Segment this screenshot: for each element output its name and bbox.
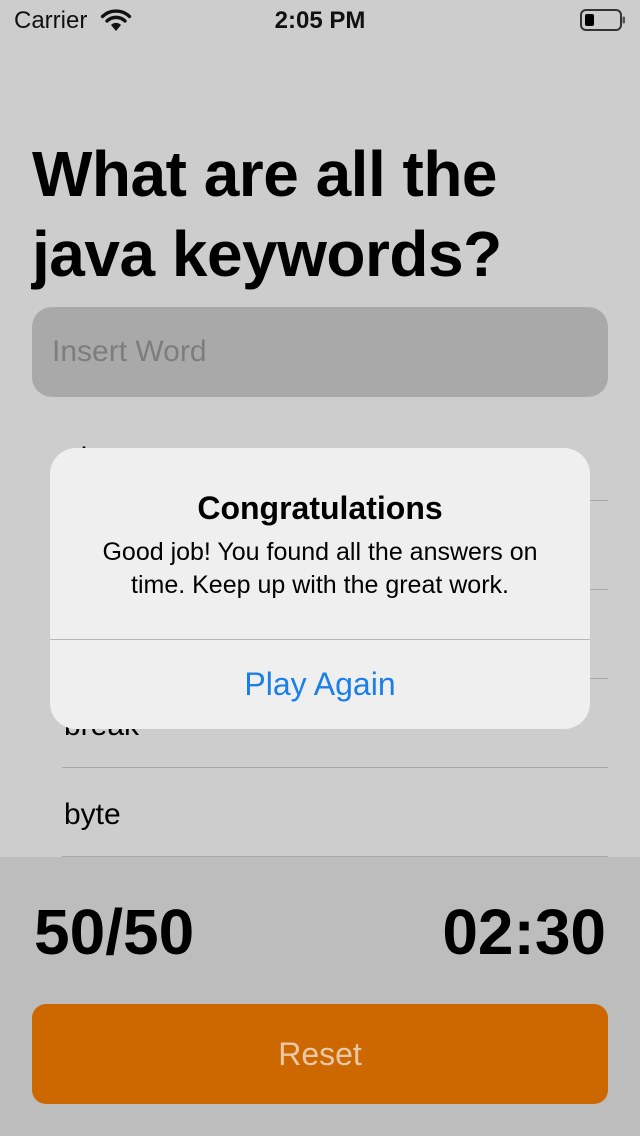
congratulations-alert: Congratulations Good job! You found all … — [50, 448, 590, 729]
list-item[interactable]: byte — [62, 768, 608, 857]
question-title: What are all the java keywords? — [32, 138, 502, 290]
timer-label: 02:30 — [442, 896, 606, 968]
battery-icon — [580, 9, 625, 31]
status-bar: Carrier 2:05 PM — [0, 0, 640, 40]
reset-button[interactable]: Reset — [32, 1004, 608, 1104]
word-label: byte — [64, 798, 121, 831]
play-again-button[interactable]: Play Again — [50, 640, 590, 729]
alert-message: Good job! You found all the answers on t… — [102, 538, 538, 599]
bottom-panel: 50/50 02:30 Reset — [0, 857, 640, 1136]
word-input[interactable] — [32, 307, 608, 397]
score-label: 50/50 — [34, 896, 195, 968]
alert-title: Congratulations — [197, 490, 443, 526]
status-time: 2:05 PM — [274, 7, 366, 34]
